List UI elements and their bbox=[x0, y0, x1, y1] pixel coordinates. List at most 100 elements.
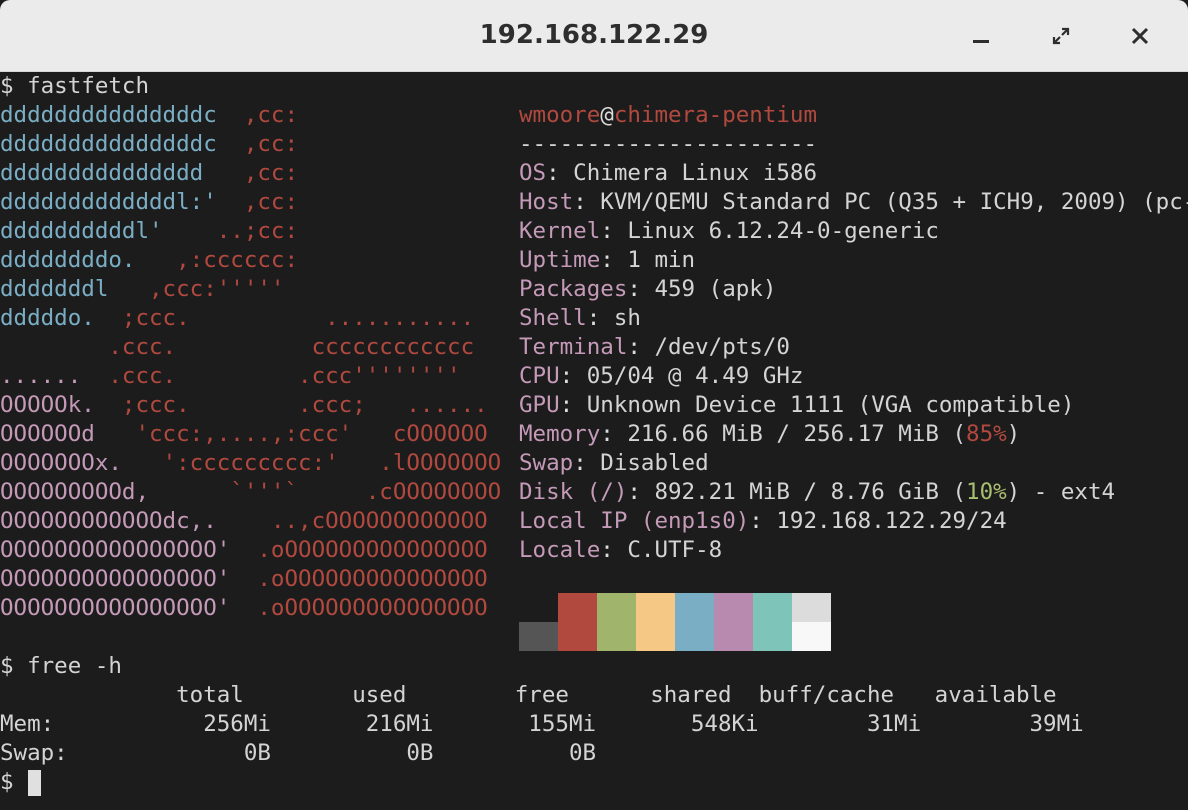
logo-right: ..;cc: bbox=[216, 218, 299, 244]
terminal-window: 192.168.122.29 $ fastfetch ddddddddddddd… bbox=[0, 0, 1188, 810]
info-key: Local IP (enp1s0) bbox=[519, 508, 750, 534]
palette-swatch-normal bbox=[792, 593, 831, 622]
terminal-area[interactable]: $ fastfetch dddddddddddddddc ,cc: dddddd… bbox=[0, 72, 1188, 810]
logo-left: ...... bbox=[0, 363, 109, 389]
palette-swatch-normal bbox=[519, 593, 558, 622]
logo-right: ,:cccccc: bbox=[176, 247, 299, 273]
info-key: CPU bbox=[519, 363, 560, 389]
info-kernel: Kernel: Linux 6.12.24-0-generic bbox=[519, 218, 939, 244]
title-bar[interactable]: 192.168.122.29 bbox=[0, 0, 1188, 72]
logo-line: dddddddddddddl:' ,cc: bbox=[0, 188, 298, 217]
palette-swatch-normal bbox=[675, 593, 714, 622]
info-value: KVM/QEMU Standard PC (Q35 + ICH9, 2009) … bbox=[586, 189, 1188, 215]
info-locale: Locale: C.UTF-8 bbox=[519, 537, 723, 563]
palette-swatch-bright bbox=[597, 622, 636, 651]
logo-left: OOOOOOOx. bbox=[0, 450, 163, 476]
free-mem-row: Mem: 256Mi 216Mi 155Mi 548Ki 31Mi 39Mi bbox=[0, 711, 1084, 737]
info-value: 192.168.122.29/24 bbox=[762, 508, 1007, 534]
palette-swatch-normal bbox=[714, 593, 753, 622]
logo-line: OOOOOOd 'ccc:,....,:ccc' cOOOOOO bbox=[0, 420, 488, 449]
palette-swatch-bright bbox=[558, 622, 597, 651]
prompt-fastfetch: $ fastfetch bbox=[0, 73, 150, 99]
logo-right: ,cc: bbox=[243, 189, 299, 215]
logo-left: dddddddddddddl:' bbox=[0, 189, 244, 215]
free-swap-row: Swap: 0B 0B 0B bbox=[0, 740, 597, 766]
prompt-free: $ free -h bbox=[0, 653, 122, 679]
info-key: Terminal bbox=[519, 334, 628, 360]
logo-line: OOOOOk. ;ccc. .ccc; ...... bbox=[0, 391, 488, 420]
logo-line: ddddddddddddddd ,cc: bbox=[0, 159, 298, 188]
free-header: total used free shared buff/cache availa… bbox=[0, 682, 1057, 708]
logo-right: .oOOOOOOOOOOOOOOO bbox=[257, 537, 488, 563]
prompt-line[interactable]: $ bbox=[0, 768, 42, 797]
close-icon bbox=[1131, 27, 1149, 45]
color-palette bbox=[519, 593, 831, 651]
info-packages: Packages: 459 (apk) bbox=[519, 276, 777, 302]
close-button[interactable] bbox=[1124, 20, 1156, 52]
logo-left: dddddddddddddddc bbox=[0, 131, 244, 157]
logo-left: dddddddddddddddc bbox=[0, 102, 244, 128]
logo-right: ,cc: bbox=[243, 160, 299, 186]
logo-line: dddddddl ,ccc:''''' bbox=[0, 275, 284, 304]
info-key: Swap bbox=[519, 450, 574, 476]
info-key: Uptime bbox=[519, 247, 601, 273]
info-value: 05/04 @ 4.49 GHz bbox=[573, 363, 804, 389]
window-title: 192.168.122.29 bbox=[479, 20, 709, 50]
palette-swatch-bright bbox=[792, 622, 831, 651]
palette-swatch-bright bbox=[519, 622, 558, 651]
info-host: Host: KVM/QEMU Standard PC (Q35 + ICH9, … bbox=[519, 188, 1188, 217]
logo-line: dddddddddddddddc ,cc: bbox=[0, 130, 298, 159]
logo-left: ddddddddddl' bbox=[0, 218, 217, 244]
logo-left: dddddo. bbox=[0, 305, 122, 331]
logo-right: ,ccc:''''' bbox=[149, 276, 285, 302]
logo-left: OOOOOOd bbox=[0, 421, 136, 447]
logo-line: ddddddddo. ,:cccccc: bbox=[0, 246, 298, 275]
expand-icon bbox=[1052, 27, 1070, 45]
minimize-icon bbox=[973, 40, 989, 43]
logo-line: OOOOOOOOOd, `'''` .cOOOOOOOO bbox=[0, 478, 501, 507]
logo-right: `'''` .cOOOOOOOO bbox=[230, 479, 502, 505]
logo-left: OOOOOOOOOOOOOOOO' bbox=[0, 566, 258, 592]
logo-right: .oOOOOOOOOOOOOOOO bbox=[257, 595, 488, 621]
info-value: 892.21 MiB / 8.76 GiB ( bbox=[640, 479, 967, 505]
separator-line: ---------------------- bbox=[519, 131, 818, 157]
username: wmoore bbox=[519, 102, 601, 128]
info-memory: Memory: 216.66 MiB / 256.17 MiB (85%) bbox=[519, 421, 1021, 447]
info-key: OS bbox=[519, 160, 547, 186]
info-key: Host bbox=[519, 189, 574, 215]
minimize-button[interactable] bbox=[965, 20, 997, 52]
palette-swatch-bright bbox=[714, 622, 753, 651]
info-value: 216.66 MiB / 256.17 MiB ( bbox=[613, 421, 967, 447]
logo-left: dddddddl bbox=[0, 276, 150, 302]
info-os: OS: Chimera Linux i586 bbox=[519, 160, 818, 186]
logo-right: ,cc: bbox=[243, 131, 299, 157]
info-swap: Swap: Disabled bbox=[519, 450, 709, 476]
logo-right: ..,cOOOOOOOOOOOO bbox=[270, 508, 488, 534]
text-cursor bbox=[28, 769, 42, 796]
logo-right: ;ccc. ........... bbox=[121, 305, 475, 331]
info-value: sh bbox=[600, 305, 641, 331]
info-key: GPU bbox=[519, 392, 560, 418]
logo-line: OOOOOOOOOOOOOOOO' .oOOOOOOOOOOOOOOO bbox=[0, 594, 488, 623]
palette-swatch-normal bbox=[558, 593, 597, 622]
logo-left bbox=[0, 334, 108, 360]
palette-swatch-bright bbox=[675, 622, 714, 651]
info-value: /dev/pts/0 bbox=[640, 334, 790, 360]
info-value: Disabled bbox=[586, 450, 709, 476]
logo-left: OOOOOk. bbox=[0, 392, 122, 418]
info-value: Linux 6.12.24-0-generic bbox=[613, 218, 939, 244]
logo-line: OOOOOOOOOOOOOOOO' .oOOOOOOOOOOOOOOO bbox=[0, 565, 488, 594]
palette-swatch-normal bbox=[636, 593, 675, 622]
info-value: Chimera Linux i586 bbox=[559, 160, 818, 186]
info-value: C.UTF-8 bbox=[613, 537, 723, 563]
info-key: Kernel bbox=[519, 218, 601, 244]
info-shell: Shell: sh bbox=[519, 305, 641, 331]
info-key: Locale bbox=[519, 537, 601, 563]
logo-left: ddddddddddddddd bbox=[0, 160, 244, 186]
info-key: Memory bbox=[519, 421, 601, 447]
info-disk: Disk (/): 892.21 MiB / 8.76 GiB (10%) - … bbox=[519, 479, 1116, 505]
palette-swatch-normal bbox=[753, 593, 792, 622]
disk-percent: 10% bbox=[966, 479, 1007, 505]
maximize-button[interactable] bbox=[1045, 20, 1077, 52]
user-host-line: wmoore@chimera-pentium bbox=[519, 101, 817, 130]
